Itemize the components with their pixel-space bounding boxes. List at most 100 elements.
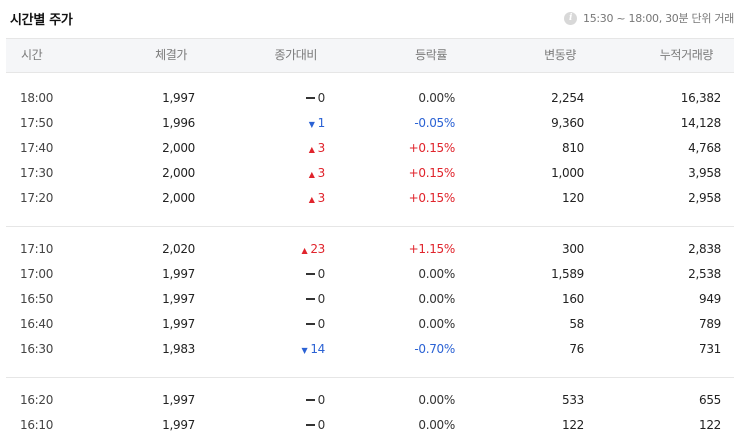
row-price: 2,000 [162, 191, 195, 205]
row-change: 0 [305, 90, 325, 106]
row-rate: 0.00% [418, 393, 455, 407]
table-row: 16:50 1,997 0 0.00% 160 949 [0, 291, 748, 307]
row-change: ▲ 3 [308, 190, 326, 206]
row-change-value: 14 [310, 342, 325, 356]
row-change-value: 1 [317, 116, 326, 130]
row-time: 17:40 [20, 141, 54, 155]
triangle-up-icon: ▲ [308, 145, 315, 154]
row-cumulative-volume: 949 [698, 292, 721, 306]
row-change: 0 [305, 392, 325, 408]
row-change: 0 [305, 316, 325, 332]
table-row: 16:30 1,983 ▼ 14 -0.70% 76 731 [0, 341, 748, 357]
group-divider [6, 226, 734, 227]
row-volume: 810 [561, 141, 584, 155]
header-rate: 등락률 [415, 48, 447, 62]
header-cumulative-volume: 누적거래량 [659, 48, 714, 62]
info-icon[interactable]: i [564, 11, 577, 25]
row-volume: 300 [561, 242, 584, 256]
row-rate: 0.00% [418, 418, 455, 432]
row-volume: 2,254 [551, 91, 584, 105]
row-change: ▲ 23 [301, 241, 325, 257]
row-volume: 58 [569, 317, 584, 331]
dash-icon [305, 322, 315, 325]
triangle-up-icon: ▲ [308, 170, 315, 179]
row-time: 17:10 [20, 242, 54, 256]
table-row: 16:40 1,997 0 0.00% 58 789 [0, 316, 748, 332]
row-cumulative-volume: 16,382 [680, 91, 722, 105]
triangle-up-icon: ▲ [308, 195, 315, 204]
row-price: 2,000 [162, 141, 195, 155]
row-volume: 122 [561, 418, 584, 432]
row-time: 16:20 [20, 393, 54, 407]
row-time: 16:30 [20, 342, 54, 356]
triangle-up-icon: ▲ [301, 246, 308, 255]
row-price: 1,997 [162, 393, 195, 407]
row-price: 1,997 [162, 267, 195, 281]
header-change: 종가대비 [274, 48, 317, 62]
row-volume: 160 [561, 292, 584, 306]
triangle-down-icon: ▼ [301, 346, 308, 355]
row-rate: +0.15% [408, 191, 456, 205]
row-change: 0 [305, 291, 326, 307]
header-time: 시간 [21, 48, 43, 62]
row-change-value: 3 [317, 141, 326, 155]
dash-icon [305, 423, 315, 426]
row-volume: 1,589 [551, 267, 584, 281]
row-price: 1,997 [162, 418, 195, 432]
row-rate: 0.00% [418, 267, 455, 281]
table-header: 시간 체결가 종가대비 등락률 변동량 누적거래량 [6, 38, 734, 73]
row-volume: 1,000 [551, 166, 584, 180]
table-row: 17:10 2,020 ▲ 23 +1.15% 300 2,838 [0, 241, 748, 257]
row-cumulative-volume: 14,128 [680, 116, 722, 130]
row-price: 1,983 [162, 342, 195, 356]
row-rate: +0.15% [408, 166, 456, 180]
row-change-value: 3 [317, 191, 326, 205]
row-time: 17:30 [20, 166, 54, 180]
header-volume: 변동량 [544, 48, 576, 62]
row-price: 1,997 [162, 317, 195, 331]
table-row: 16:10 1,997 0 0.00% 122 122 [0, 417, 748, 433]
row-rate: 0.00% [418, 317, 455, 331]
row-volume: 120 [561, 191, 584, 205]
row-volume: 9,360 [551, 116, 584, 130]
row-cumulative-volume: 3,958 [688, 166, 721, 180]
row-price: 1,997 [162, 292, 195, 306]
row-rate: 0.00% [418, 91, 455, 105]
row-time: 17:50 [20, 116, 54, 130]
row-rate: +1.15% [408, 242, 456, 256]
row-rate: +0.15% [408, 141, 456, 155]
row-rate: -0.70% [414, 342, 455, 356]
row-change: ▲ 3 [308, 165, 326, 181]
row-change-value: 0 [317, 418, 326, 432]
row-cumulative-volume: 122 [698, 418, 721, 432]
row-change-value: 0 [317, 292, 326, 306]
section-title: 시간별 주가 [10, 13, 73, 28]
row-price: 2,020 [162, 242, 195, 256]
row-change-value: 3 [317, 166, 326, 180]
row-price: 2,000 [162, 166, 195, 180]
row-change: ▼ 14 [301, 341, 325, 357]
dash-icon [305, 96, 315, 99]
row-rate: 0.00% [418, 292, 455, 306]
row-cumulative-volume: 2,958 [688, 191, 721, 205]
row-time: 17:00 [20, 267, 54, 281]
group-divider [6, 377, 734, 378]
row-change-value: 0 [317, 267, 326, 281]
row-volume: 76 [569, 342, 584, 356]
row-time: 16:50 [20, 292, 54, 306]
row-cumulative-volume: 2,838 [688, 242, 721, 256]
row-time: 17:20 [20, 191, 54, 205]
row-time: 18:00 [20, 91, 54, 105]
dash-icon [305, 297, 315, 300]
table-row: 17:30 2,000 ▲ 3 +0.15% 1,000 3,958 [0, 165, 748, 181]
row-rate: -0.05% [414, 116, 455, 130]
info-text: 15:30 ~ 18:00, 30분 단위 거래 [583, 12, 734, 25]
row-price: 1,996 [162, 116, 195, 130]
table-row: 17:20 2,000 ▲ 3 +0.15% 120 2,958 [0, 190, 748, 206]
row-price: 1,997 [162, 91, 195, 105]
row-time: 16:40 [20, 317, 54, 331]
row-change: 0 [305, 417, 326, 433]
table-row: 17:40 2,000 ▲ 3 +0.15% 810 4,768 [0, 140, 748, 156]
table-row: 17:00 1,997 0 0.00% 1,589 2,538 [0, 266, 748, 282]
table-row: 17:50 1,996 ▼ 1 -0.05% 9,360 14,128 [0, 115, 748, 131]
